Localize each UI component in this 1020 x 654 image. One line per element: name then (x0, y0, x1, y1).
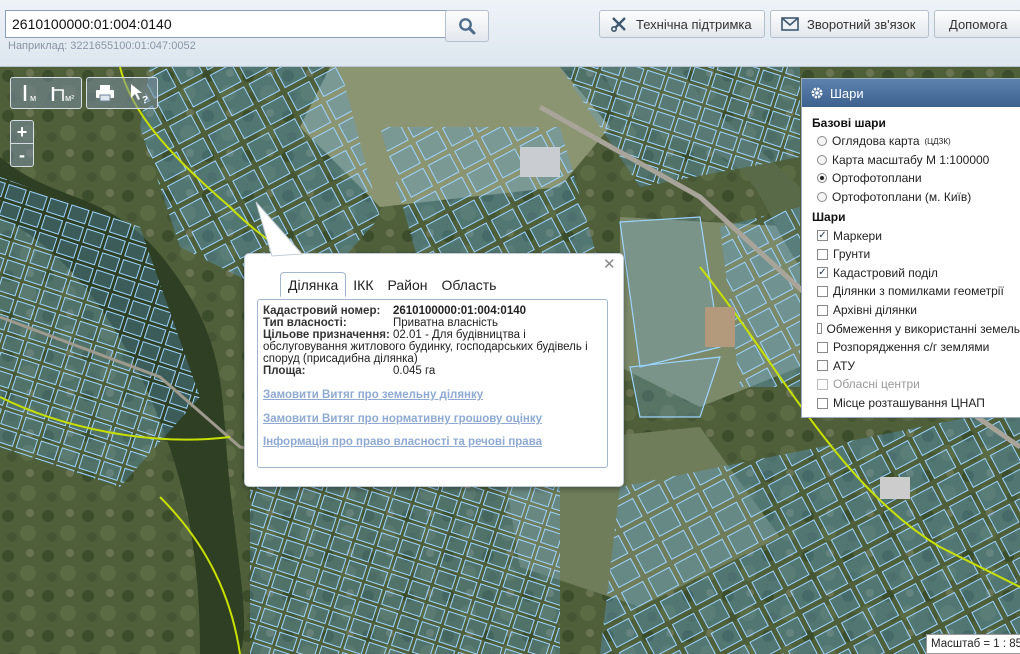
zoom-out-button[interactable]: - (11, 144, 33, 166)
cursor-question-icon: ? (131, 84, 148, 104)
checkbox[interactable] (817, 360, 828, 372)
order-parcel-extract-link[interactable]: Замовити Витяг про земельну ділянку (263, 389, 483, 401)
help-button[interactable]: Допомога (934, 10, 1020, 38)
search-icon (459, 18, 476, 35)
checkbox-checked[interactable]: ✓ (817, 267, 828, 279)
svg-text:м: м (30, 93, 36, 103)
close-icon[interactable]: ✕ (603, 257, 616, 272)
search-example-hint: Наприклад: 3221655100:01:047:0052 (8, 40, 196, 52)
tech-support-button[interactable]: Технічна підтримка (599, 10, 765, 38)
checkbox-disabled (817, 378, 828, 390)
parcel-info-popup: ✕ Ділянка ІКК Район Область Кадастровий … (244, 253, 624, 487)
ownership-rights-info-link[interactable]: Інформація про право власності та речові… (263, 436, 542, 448)
gear-icon (811, 87, 823, 99)
layers-panel-header[interactable]: Шари (802, 79, 1020, 107)
measure-distance-button[interactable]: м (13, 80, 45, 106)
top-toolbar: Наприклад: 3221655100:01:047:0052 Техніч… (0, 0, 1020, 67)
checkbox[interactable] (817, 341, 828, 353)
tab-district[interactable]: Район (381, 275, 435, 297)
layer-agricultural-land[interactable]: Розпорядження с/г землями (817, 338, 1020, 357)
measure-area-button[interactable]: м² (47, 80, 79, 106)
layer-archive-parcels[interactable]: Архівні ділянки (817, 301, 1020, 320)
map-tools: м м² ? (10, 77, 158, 109)
detail-row-cadastral-number: Кадастровий номер: 2610100000:01:004:0140 (263, 305, 603, 317)
zoom-in-button[interactable]: + (11, 121, 33, 144)
cadastral-search-input[interactable] (5, 10, 449, 38)
layer-markers[interactable]: ✓ Маркери (817, 226, 1020, 245)
help-label: Допомога (949, 16, 1008, 32)
feedback-button[interactable]: Зворотний зв'язок (770, 10, 929, 38)
base-layers-heading: Базові шари (812, 116, 886, 130)
layer-cadastral-division[interactable]: ✓ Кадастровий поділ (817, 264, 1020, 283)
detail-row-area: Площа: 0.045 га (263, 365, 436, 377)
order-valuation-extract-link[interactable]: Замовити Витяг про нормативну грошову оц… (263, 413, 542, 425)
radio-button-selected[interactable] (817, 173, 827, 184)
checkbox[interactable] (817, 285, 828, 297)
popup-tabs: Ділянка ІКК Район Область (280, 272, 504, 297)
popup-pointer (255, 201, 304, 257)
svg-text:м²: м² (65, 93, 74, 103)
detail-row-ownership: Тип власності: Приватна власність (263, 317, 499, 329)
layers-panel: Шари Базові шари Оглядова карта (ЦДЗК) Ка… (801, 78, 1020, 418)
ruler-line-icon: м (23, 85, 36, 103)
checkbox[interactable] (817, 248, 828, 260)
base-layer-map-100000[interactable]: Карта масштабу М 1:100000 (817, 151, 1020, 170)
map-scale: Масштаб = 1 : 85 (926, 634, 1020, 654)
layer-land-use-restrictions[interactable]: Обмеження у використанні земель (817, 319, 1020, 338)
overlay-layers-heading: Шари (812, 210, 846, 225)
layer-cnap-locations[interactable]: Місце розташування ЦНАП (817, 394, 1020, 413)
zoom-control: + - (10, 120, 34, 167)
identify-button[interactable]: ? (123, 80, 155, 106)
measure-tools: м м² (10, 77, 82, 109)
checkbox-checked[interactable]: ✓ (817, 230, 828, 242)
checkbox[interactable] (817, 397, 828, 409)
tab-ikk[interactable]: ІКК (346, 275, 380, 297)
feedback-label: Зворотний зв'язок (807, 16, 916, 32)
detail-row-purpose: Цільове призначення: 02.01 - Для будівниц… (263, 329, 588, 365)
printer-icon (96, 85, 114, 102)
tech-support-label: Технічна підтримка (636, 16, 752, 32)
checkbox[interactable] (817, 304, 828, 316)
tab-parcel[interactable]: Ділянка (280, 272, 347, 297)
checkbox[interactable] (817, 323, 822, 335)
print-button[interactable] (89, 80, 121, 106)
radio-button[interactable] (817, 136, 827, 147)
radio-button[interactable] (817, 154, 827, 165)
base-layer-overview-map[interactable]: Оглядова карта (ЦДЗК) (817, 132, 1020, 151)
base-layer-orthophoto[interactable]: Ортофотоплани (817, 169, 1020, 188)
ruler-area-icon: м² (51, 87, 74, 103)
search-button[interactable] (445, 10, 489, 42)
envelope-icon (781, 17, 799, 31)
tab-region[interactable]: Область (435, 275, 504, 297)
base-layer-orthophoto-kyiv[interactable]: Ортофотоплани (м. Київ) (817, 188, 1020, 207)
cadastral-number-value: 2610100000:01:004:0140 (393, 305, 527, 317)
parcel-details: Кадастровий номер: 2610100000:01:004:0140… (263, 305, 603, 377)
layer-atu[interactable]: АТУ (817, 357, 1020, 376)
parcel-tab-content: Кадастровий номер: 2610100000:01:004:0140… (257, 299, 608, 468)
radio-button[interactable] (817, 192, 827, 203)
extra-tools: ? (86, 77, 158, 109)
layer-geometry-errors[interactable]: Ділянки з помилками геометрії (817, 282, 1020, 301)
layer-soils[interactable]: Грунти (817, 245, 1020, 264)
svg-text:?: ? (142, 95, 148, 104)
layer-regional-centers: Обласні центри (817, 375, 1020, 394)
tools-icon (610, 17, 626, 33)
layers-title: Шари (830, 85, 864, 101)
